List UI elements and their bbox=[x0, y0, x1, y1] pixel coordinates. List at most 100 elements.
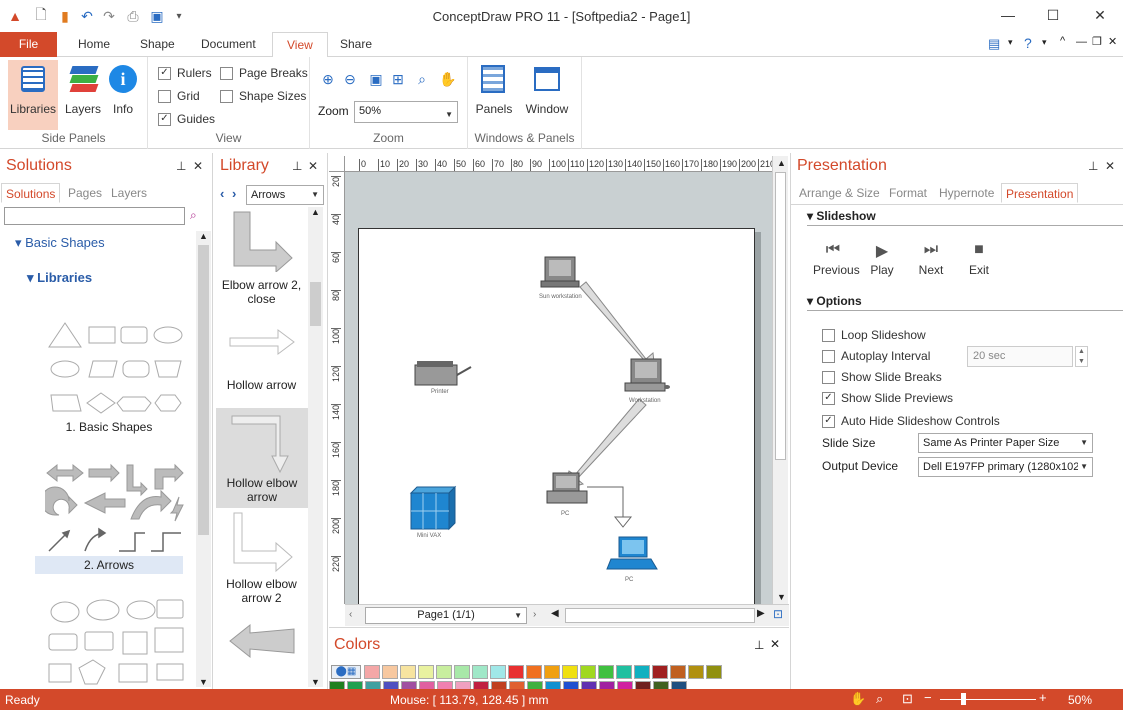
pc-gray-icon[interactable] bbox=[546, 472, 588, 504]
loop-slideshow-checkbox[interactable]: Loop Slideshow bbox=[822, 326, 926, 344]
color-swatch[interactable] bbox=[490, 665, 506, 679]
info-button[interactable]: i Info bbox=[100, 60, 146, 130]
zoom-out-icon[interactable]: ⊖ bbox=[340, 69, 360, 89]
solutions-close-icon[interactable]: ✕ bbox=[193, 159, 203, 173]
color-swatch[interactable] bbox=[670, 665, 686, 679]
library-scroll-up-icon[interactable]: ▲ bbox=[311, 207, 320, 217]
color-swatch[interactable] bbox=[634, 665, 650, 679]
play-button[interactable]: ▶ Play bbox=[862, 241, 902, 277]
connector-line-3[interactable] bbox=[587, 486, 624, 517]
status-zoom-in-icon[interactable]: + bbox=[1039, 690, 1047, 705]
sun-workstation-icon[interactable] bbox=[540, 256, 580, 288]
presentation-pin-icon[interactable]: ⊥ bbox=[1088, 159, 1098, 173]
color-swatch[interactable] bbox=[706, 665, 722, 679]
shape-sizes-checkbox[interactable]: Shape Sizes bbox=[220, 87, 306, 105]
guides-checkbox[interactable]: ✓ Guides bbox=[158, 110, 215, 128]
color-swatch[interactable] bbox=[418, 665, 434, 679]
zoom-in-icon[interactable]: ⊕ bbox=[318, 69, 338, 89]
status-pan-icon[interactable]: ✋ bbox=[850, 691, 866, 707]
canvas-scroll-down-icon[interactable]: ▼ bbox=[777, 592, 786, 602]
library-scrollbar[interactable]: ▲ ▼ bbox=[308, 207, 323, 687]
show-slide-previews-checkbox[interactable]: ✓ Show Slide Previews bbox=[822, 389, 953, 407]
show-slide-breaks-checkbox[interactable]: Show Slide Breaks bbox=[822, 368, 942, 386]
zoom-slider-track[interactable] bbox=[940, 699, 1036, 700]
item-basic-shapes[interactable]: 1. Basic Shapes bbox=[35, 420, 183, 434]
library-item-hollow-elbow-arrow-2[interactable]: Hollow elbow arrow 2 bbox=[218, 577, 305, 605]
colors-close-icon[interactable]: ✕ bbox=[770, 637, 780, 651]
solutions-scroll-thumb[interactable] bbox=[198, 245, 209, 535]
color-swatch[interactable] bbox=[616, 665, 632, 679]
options-section[interactable]: ▾ Options bbox=[807, 294, 1123, 311]
next-button[interactable]: ⏭ Next bbox=[911, 241, 951, 277]
library-scroll-down-icon[interactable]: ▼ bbox=[311, 677, 320, 687]
drawing-canvas[interactable]: Sun workstation Printer Workstation Mini… bbox=[345, 172, 772, 604]
tab-hypernote[interactable]: Hypernote bbox=[935, 183, 998, 203]
status-zoom-out-icon[interactable]: − bbox=[924, 690, 932, 705]
h-scroll-thumb[interactable] bbox=[565, 608, 755, 623]
tab-view[interactable]: View bbox=[272, 32, 328, 58]
tab-pages[interactable]: Pages bbox=[64, 183, 106, 203]
zoom-slider-handle[interactable] bbox=[961, 693, 966, 705]
color-swatch[interactable] bbox=[544, 665, 560, 679]
page-nav-prev-icon[interactable]: ‹ bbox=[349, 609, 352, 620]
interval-spinner[interactable]: ▲ ▼ bbox=[1075, 346, 1088, 367]
workstation-icon[interactable] bbox=[624, 358, 670, 392]
grid-checkbox[interactable]: Grid bbox=[158, 87, 200, 105]
slide-size-select[interactable]: Same As Printer Paper Size ▼ bbox=[918, 433, 1093, 453]
presentation-close-icon[interactable]: ✕ bbox=[1105, 159, 1115, 173]
rulers-checkbox[interactable]: ✓ Rulers bbox=[158, 64, 212, 82]
colors-pin-icon[interactable]: ⊥ bbox=[754, 638, 764, 652]
color-swatch[interactable] bbox=[508, 665, 524, 679]
tab-document[interactable]: Document bbox=[187, 32, 270, 57]
tab-layers[interactable]: Layers bbox=[107, 183, 151, 203]
undo-icon[interactable]: ↶ bbox=[78, 7, 96, 25]
new-document-icon[interactable]: 🗋 bbox=[32, 6, 50, 25]
maximize-button[interactable]: ☐ bbox=[1030, 0, 1076, 30]
close-button[interactable]: ✕ bbox=[1077, 0, 1123, 30]
mini-vax-icon[interactable] bbox=[409, 485, 457, 531]
solutions-pin-icon[interactable]: ⊥ bbox=[176, 159, 186, 173]
save-icon[interactable]: ▣ bbox=[148, 7, 166, 25]
tab-home[interactable]: Home bbox=[64, 32, 124, 57]
file-menu[interactable]: File bbox=[0, 32, 57, 57]
solutions-scrollbar[interactable]: ▲ ▼ bbox=[196, 231, 211, 687]
help-icon[interactable]: ? bbox=[1024, 35, 1032, 51]
connector-arrow-1[interactable] bbox=[579, 281, 656, 372]
tab-solutions[interactable]: Solutions bbox=[1, 183, 61, 203]
window-button[interactable]: Window bbox=[522, 60, 572, 130]
library-close-icon[interactable]: ✕ bbox=[308, 159, 318, 173]
layout-icon[interactable]: ▤ bbox=[988, 36, 1000, 52]
page-breaks-checkbox[interactable]: Page Breaks bbox=[220, 64, 308, 82]
help-dropdown-icon[interactable]: ▾ bbox=[1042, 37, 1047, 48]
autoplay-interval-checkbox[interactable]: Autoplay Interval bbox=[822, 347, 930, 365]
library-item-elbow-arrow-2-close[interactable]: Elbow arrow 2, close bbox=[218, 278, 305, 306]
pan-hand-icon[interactable]: ✋ bbox=[438, 69, 458, 89]
libraries-button[interactable]: Libraries bbox=[8, 60, 58, 130]
library-item-hollow-arrow[interactable]: Hollow arrow bbox=[218, 378, 305, 392]
fit-width-icon[interactable]: ⊞ bbox=[388, 69, 408, 89]
previous-button[interactable]: ⏮ Previous bbox=[813, 241, 860, 277]
tab-share[interactable]: Share bbox=[326, 32, 386, 57]
ribbon-restore-icon[interactable]: ❐ bbox=[1092, 35, 1102, 48]
fill-palette-icon[interactable]: ⬤▦ bbox=[331, 665, 361, 679]
collapse-ribbon-icon[interactable]: ^ bbox=[1060, 35, 1065, 47]
panels-button[interactable]: Panels bbox=[472, 60, 516, 130]
fit-to-window-icon[interactable]: ⊡ bbox=[773, 607, 783, 621]
slideshow-section[interactable]: ▾ Slideshow bbox=[807, 209, 1123, 226]
auto-hide-controls-checkbox[interactable]: ✓ Auto Hide Slideshow Controls bbox=[822, 412, 1000, 430]
h-scroll-left-icon[interactable]: ◀ bbox=[551, 608, 559, 619]
color-swatch[interactable] bbox=[400, 665, 416, 679]
library-prev-icon[interactable]: ‹ bbox=[220, 186, 224, 201]
tree-basic-shapes[interactable]: ▾ Basic Shapes bbox=[15, 235, 105, 251]
h-scroll-right-icon[interactable]: ▶ bbox=[757, 608, 765, 619]
library-next-icon[interactable]: › bbox=[232, 186, 236, 201]
color-swatch[interactable] bbox=[472, 665, 488, 679]
quick-access-dropdown-icon[interactable]: ▾ bbox=[170, 7, 188, 25]
zoom-selection-icon[interactable]: ⌕ bbox=[412, 69, 432, 89]
library-item-hollow-elbow-arrow-bg[interactable]: Hollow elbow arrow bbox=[216, 408, 308, 508]
status-fit-icon[interactable]: ⊡ bbox=[902, 691, 913, 707]
color-swatch[interactable] bbox=[562, 665, 578, 679]
library-select[interactable]: Arrows ▼ bbox=[246, 185, 324, 205]
layout-dropdown-icon[interactable]: ▾ bbox=[1008, 37, 1013, 48]
zoom-combobox[interactable]: 50% ▼ bbox=[354, 101, 458, 123]
